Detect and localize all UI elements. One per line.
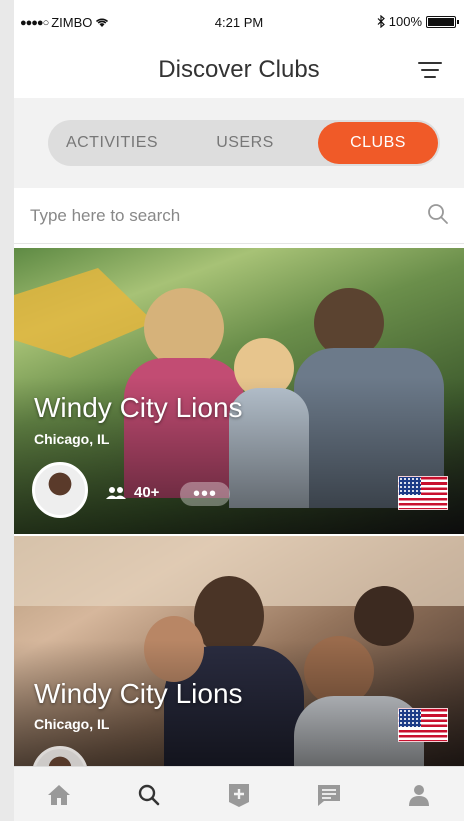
battery-icon	[426, 15, 459, 28]
tab-activities[interactable]: ACTIVITIES	[48, 120, 176, 166]
avatar[interactable]	[32, 462, 88, 518]
search-icon	[138, 784, 160, 805]
segmented-control: ACTIVITIES USERS CLUBS	[48, 120, 440, 166]
us-flag-icon	[398, 476, 448, 510]
search-input[interactable]	[30, 200, 410, 232]
add-club-icon	[229, 783, 249, 807]
tabbar-add-club[interactable]	[194, 767, 284, 821]
status-right: 100%	[377, 14, 459, 29]
club-location: Chicago, IL	[34, 431, 110, 447]
tabbar-home[interactable]	[14, 767, 104, 821]
club-card[interactable]: Windy City Lions Chicago, IL 40+ •••	[14, 248, 464, 534]
club-name: Windy City Lions	[34, 392, 243, 423]
bottom-tab-bar	[14, 766, 464, 821]
messages-icon	[318, 784, 340, 806]
search-icon[interactable]	[426, 202, 450, 226]
tabbar-profile[interactable]	[374, 767, 464, 821]
member-count: 40+	[106, 484, 159, 501]
home-icon	[48, 784, 70, 805]
tab-clubs[interactable]: CLUBS	[318, 122, 438, 164]
us-flag-icon	[398, 708, 448, 742]
people-icon	[106, 486, 126, 499]
filter-menu-icon[interactable]	[418, 62, 442, 80]
club-name: Windy City Lions	[34, 678, 243, 709]
profile-icon	[409, 784, 429, 806]
tab-users[interactable]: USERS	[176, 120, 314, 166]
segment-bar: ACTIVITIES USERS CLUBS	[14, 98, 464, 188]
club-card[interactable]: Windy City Lions Chicago, IL	[14, 536, 464, 766]
app-screen: ●●●●○ ZIMBO 4:21 PM 100% Discover Clubs …	[14, 0, 464, 821]
battery-percent: 100%	[388, 14, 422, 29]
nav-header: Discover Clubs	[14, 40, 464, 98]
page-title: Discover Clubs	[158, 56, 320, 83]
tabbar-messages[interactable]	[284, 767, 374, 821]
more-button[interactable]: •••	[180, 482, 230, 506]
search-bar	[14, 188, 464, 244]
club-location: Chicago, IL	[34, 716, 110, 732]
status-bar: ●●●●○ ZIMBO 4:21 PM 100%	[14, 0, 464, 40]
bluetooth-icon	[377, 15, 385, 28]
member-count-value: 40+	[134, 484, 160, 501]
tabbar-search[interactable]	[104, 767, 194, 821]
